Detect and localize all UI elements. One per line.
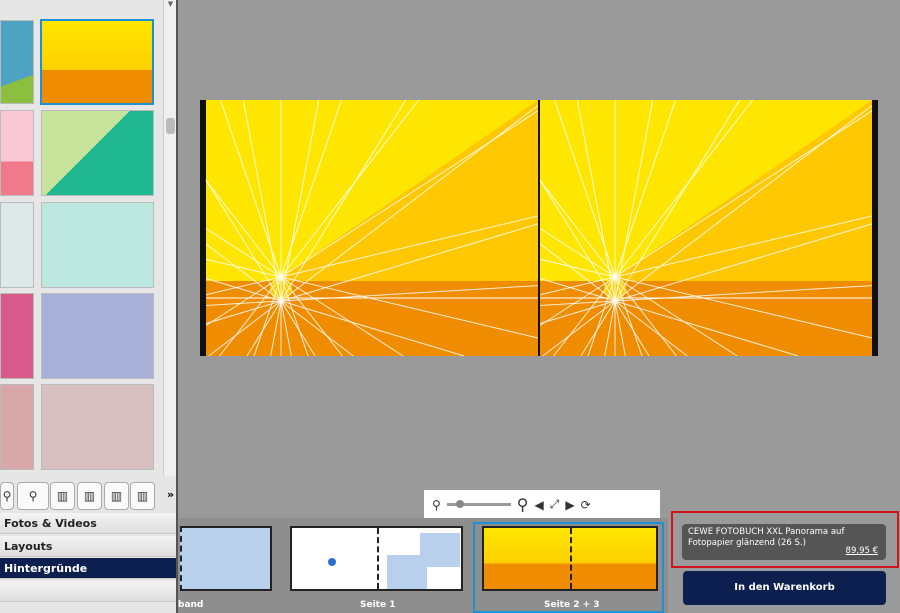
background-thumb-magenta[interactable] xyxy=(0,293,34,379)
layout-left-button[interactable]: ▥ xyxy=(77,482,102,510)
background-thumb-light[interactable] xyxy=(0,202,34,288)
page-label: Seite 1 xyxy=(360,600,396,610)
menu-label: Layouts xyxy=(4,540,53,553)
orange-ground xyxy=(540,281,872,356)
more-button[interactable]: » xyxy=(167,488,174,501)
backgrounds-panel: ▼ ⚲ ⚲ ▥ ▥ ▥ ▥ » Fotos & Videos Layouts H… xyxy=(0,0,178,613)
scroll-down-icon[interactable]: ▼ xyxy=(166,0,175,8)
background-thumb-green[interactable] xyxy=(41,110,154,196)
orange-ground xyxy=(206,281,538,356)
layout-right-button[interactable]: ▥ xyxy=(104,482,129,510)
add-to-cart-button[interactable]: In den Warenkorb xyxy=(683,571,886,605)
zoom-slider[interactable] xyxy=(446,500,511,508)
fit-view-icon[interactable]: ⤢ xyxy=(550,497,560,512)
menu-empty[interactable] xyxy=(0,581,176,602)
layout-spread-button[interactable]: ▥ xyxy=(130,482,155,510)
background-thumb-pink[interactable] xyxy=(0,110,34,196)
background-thumb-rose[interactable] xyxy=(0,384,34,470)
layout-full-button[interactable]: ▥ xyxy=(50,482,75,510)
menu-photos-videos[interactable]: Fotos & Videos xyxy=(0,513,176,534)
page-label: Seite 2 + 3 xyxy=(544,600,600,610)
background-thumb-mint[interactable] xyxy=(41,202,154,288)
page-filmstrip: band Seite 1 Seite 2 + 3 xyxy=(178,518,668,613)
sunburst-background xyxy=(205,99,873,357)
menu-layouts[interactable]: Layouts xyxy=(0,536,176,557)
zoom-in-button[interactable]: ⚲ xyxy=(17,482,49,510)
page-thumb-seite-2-3[interactable] xyxy=(482,526,658,591)
background-thumb-dusty[interactable] xyxy=(41,384,154,470)
rotate-view-icon[interactable]: ⟳ xyxy=(581,498,591,512)
view-toolbar: ⚲ ⚲ ◀ ⤢ ▶ ⟳ xyxy=(424,490,660,519)
next-page-icon[interactable]: ▶ xyxy=(565,498,574,512)
zoom-out-button[interactable]: ⚲ xyxy=(0,482,14,510)
page-spread-canvas[interactable] xyxy=(200,99,878,357)
menu-label: Fotos & Videos xyxy=(4,517,97,530)
scroll-thumb[interactable] xyxy=(166,118,175,134)
background-thumb-teal[interactable] xyxy=(0,20,34,104)
zoom-out-icon[interactable]: ⚲ xyxy=(432,498,441,512)
background-thumb-lavender[interactable] xyxy=(41,293,154,379)
page-thumb-seite-1[interactable] xyxy=(290,526,463,591)
page-label: band xyxy=(178,600,204,610)
background-thumb-sunburst[interactable] xyxy=(40,19,154,105)
product-price[interactable]: 89,95 € xyxy=(846,546,878,557)
zoom-slider-knob[interactable] xyxy=(456,500,465,508)
page-thumb-cover[interactable] xyxy=(180,526,272,591)
menu-backgrounds[interactable]: Hintergründe xyxy=(0,558,176,579)
menu-label: Hintergründe xyxy=(4,562,88,575)
product-info[interactable]: CEWE FOTOBUCH XXL Panorama auf Fotopapie… xyxy=(682,524,886,560)
product-name: CEWE FOTOBUCH XXL Panorama auf Fotopapie… xyxy=(688,527,845,548)
zoom-in-icon[interactable]: ⚲ xyxy=(517,495,529,514)
scrollbar[interactable]: ▼ xyxy=(163,0,176,476)
previous-page-icon[interactable]: ◀ xyxy=(535,498,544,512)
